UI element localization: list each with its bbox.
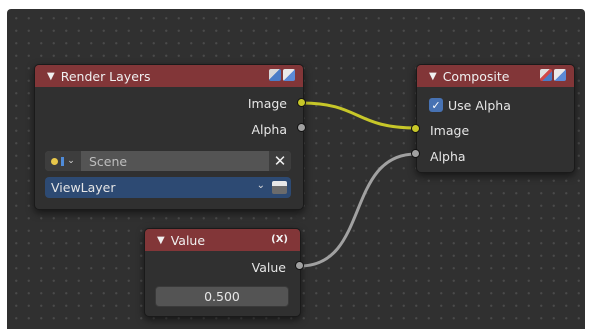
output-alpha-label: Alpha [251, 122, 287, 137]
scene-name: Scene [89, 153, 128, 169]
close-icon[interactable]: ✕ [269, 151, 291, 171]
use-alpha-label: Use Alpha [448, 98, 511, 113]
node-title: Render Layers [60, 68, 151, 84]
node-title: Composite [442, 68, 510, 84]
view-layer-icon[interactable] [272, 181, 287, 194]
composite-header[interactable]: ▼ Composite [417, 65, 574, 87]
value-node[interactable]: ▼ Value (X) Value 0.500 [144, 228, 301, 317]
output-image-label: Image [247, 96, 287, 111]
collapse-triangle-icon[interactable]: ▼ [429, 71, 437, 82]
view-layer-name: ViewLayer [51, 180, 116, 195]
output-value-socket[interactable] [295, 261, 304, 270]
output-alpha-socket[interactable] [297, 123, 306, 132]
value-header[interactable]: ▼ Value (X) [145, 229, 300, 251]
use-alpha-checkbox[interactable]: ✓ [429, 98, 443, 112]
render-preview-icon[interactable] [269, 69, 281, 81]
node-header-label: (X) [271, 234, 288, 245]
render-layers-node[interactable]: ▼ Render Layers Image Alpha ⌄ Scene ✕ Vi… [34, 64, 304, 210]
render-layers-header[interactable]: ▼ Render Layers [35, 65, 303, 87]
collapse-triangle-icon[interactable]: ▼ [157, 235, 165, 246]
collapse-triangle-icon[interactable]: ▼ [47, 71, 55, 82]
input-image-label: Image [430, 123, 470, 138]
output-value-label: Value [251, 260, 286, 275]
render-layer-icon[interactable] [554, 69, 566, 81]
input-image-socket[interactable] [411, 124, 420, 133]
output-image-socket[interactable] [297, 98, 306, 107]
scene-icon[interactable]: ⌄ [45, 151, 81, 171]
input-alpha-socket[interactable] [411, 149, 420, 158]
view-layer-selector[interactable]: ViewLayer ⌄ [45, 177, 291, 198]
value-number: 0.500 [204, 289, 240, 304]
chevron-down-icon[interactable]: ⌄ [257, 180, 265, 191]
input-alpha-label: Alpha [430, 149, 466, 164]
scene-selector[interactable]: ⌄ Scene ✕ [45, 151, 291, 171]
chevron-down-icon: ⌄ [67, 156, 75, 166]
node-title: Value [170, 232, 206, 248]
composite-node[interactable]: ▼ Composite ✓ Use Alpha Image Alpha [416, 64, 575, 173]
backdrop-icon[interactable] [540, 69, 552, 81]
value-field[interactable]: 0.500 [155, 286, 289, 307]
render-layer-icon[interactable] [283, 69, 295, 81]
